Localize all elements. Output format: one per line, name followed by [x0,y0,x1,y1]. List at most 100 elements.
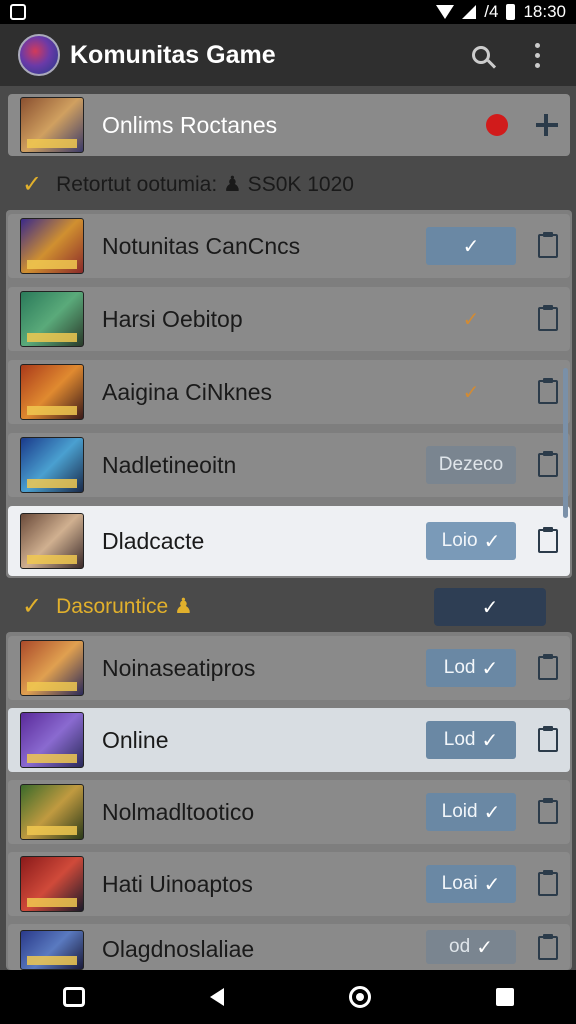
item-label: Aaigina CiNknes [102,378,273,405]
notification-icon [10,4,26,20]
game-thumb [20,712,84,768]
clipboard-icon[interactable] [538,451,558,477]
status-bar: /4 18:30 [0,0,576,24]
load-button-label: od [449,936,471,957]
online-thumb [20,97,84,153]
status-time: 18:30 [523,2,566,21]
load-button-label: Loid [441,801,478,822]
item-label: Nolmadltootico [102,798,255,825]
check-icon: ✓ [481,596,499,619]
section-2-list: Noinaseatipros Lod ✓ Online Lod ✓ Nolmad… [6,632,572,970]
clipboard-icon[interactable] [538,527,558,553]
load-button-label: Lod [443,729,476,750]
load-button[interactable]: Dezeco [426,446,516,484]
online-card-label: Onlims Roctanes [102,111,278,138]
check-icon: ✓ [476,936,493,959]
list-item-selected[interactable]: Online Lod ✓ [8,708,570,772]
list-item[interactable]: Hati Uinoaptos Loai ✓ [8,852,570,916]
item-label: Online [102,726,169,753]
home-icon[interactable] [348,986,371,1008]
check-icon: ✓ [462,308,480,331]
list-item[interactable]: Notunitas CanCncs ✓ [8,214,570,278]
item-label: Harsi Oebitop [102,305,243,332]
check-icon: ✓ [462,235,480,258]
clipboard-icon[interactable] [538,934,558,960]
check-icon: ✓ [483,530,501,553]
recents-icon[interactable] [495,988,514,1006]
game-thumb [20,364,84,420]
status-dot-icon [486,114,508,136]
wifi-icon [436,5,455,19]
app-bar: Komunitas Game [0,24,576,86]
section-check-icon: ✓ [22,170,43,198]
item-label: Nadletineoitn [102,451,237,478]
clipboard-icon[interactable] [538,378,558,404]
item-label: Dladcacte [102,527,205,554]
clipboard-icon[interactable] [538,654,558,680]
search-icon [472,46,490,64]
load-button[interactable]: Loai ✓ [426,865,516,903]
load-button[interactable]: ✓ [426,300,516,338]
game-thumb [20,640,84,696]
item-label: Notunitas CanCncs [102,232,301,259]
add-icon[interactable] [536,114,558,136]
check-icon: ✓ [481,657,499,680]
app-title: Komunitas Game [70,40,276,69]
clipboard-icon[interactable] [538,726,558,752]
overflow-menu-button[interactable] [516,34,558,76]
online-card[interactable]: Onlims Roctanes [8,94,570,156]
clipboard-icon[interactable] [538,798,558,824]
list-item[interactable]: Aaigina CiNknes ✓ [8,360,570,424]
section-header-2: ✓ Dasoruntice ♟ ✓ [0,584,576,628]
scrollbar[interactable] [563,368,568,518]
list-item[interactable]: Nolmadltootico Loid ✓ [8,780,570,844]
list-item-selected[interactable]: Dladcacte Loio ✓ [8,506,570,576]
clipboard-icon[interactable] [538,305,558,331]
section-2-toggle[interactable]: ✓ [434,588,546,626]
check-icon: ✓ [462,381,480,404]
load-button[interactable]: Loid ✓ [426,793,516,831]
content-area: Onlims Roctanes ✓ Retortut ootumia: ♟ SS… [0,86,576,970]
game-thumb [20,930,84,970]
game-thumb [20,856,84,912]
load-button-label: Loio [441,530,478,551]
list-item[interactable]: Noinaseatipros Lod ✓ [8,636,570,700]
load-button-label: Loai [441,873,478,894]
section-1-list: Notunitas CanCncs ✓ Harsi Oebitop ✓ Aaig… [6,210,572,578]
more-vert-icon [534,42,540,68]
item-label: Hati Uinoaptos [102,870,253,897]
clipboard-icon[interactable] [538,232,558,258]
game-mode-icon[interactable] [62,987,85,1007]
game-thumb [20,784,84,840]
check-icon: ✓ [481,729,499,752]
item-label: Olagdnoslaliae [102,936,255,962]
load-button[interactable]: ✓ [426,373,516,411]
check-icon: ✓ [483,801,501,824]
signal-icon [462,5,477,19]
game-thumb [20,291,84,347]
list-item[interactable]: Nadletineoitn Dezeco [8,433,570,497]
section-check-icon: ✓ [22,592,43,620]
search-button[interactable] [460,34,502,76]
clipboard-icon[interactable] [538,870,558,896]
signal-text: /4 [484,2,499,21]
list-item[interactable]: Olagdnoslaliae od ✓ [8,924,570,970]
section-2-title: Dasoruntice ♟ [56,594,193,618]
game-thumb [20,513,84,569]
game-thumb [20,437,84,493]
load-button[interactable]: Lod ✓ [426,649,516,687]
section-1-title: Retortut ootumia: ♟ SS0K 1020 [56,172,354,196]
battery-icon [506,4,516,20]
load-button[interactable]: Lod ✓ [426,721,516,759]
game-thumb [20,218,84,274]
item-label: Noinaseatipros [102,654,256,681]
back-icon[interactable] [209,988,224,1006]
load-button[interactable]: Loio ✓ [426,522,516,560]
list-item[interactable]: Harsi Oebitop ✓ [8,287,570,351]
check-icon: ✓ [483,873,501,896]
section-header-1: ✓ Retortut ootumia: ♟ SS0K 1020 [0,162,576,206]
load-button[interactable]: od ✓ [426,930,516,964]
load-button-label: Dezeco [438,454,504,475]
load-button-label: Lod [443,657,476,678]
load-button[interactable]: ✓ [426,227,516,265]
